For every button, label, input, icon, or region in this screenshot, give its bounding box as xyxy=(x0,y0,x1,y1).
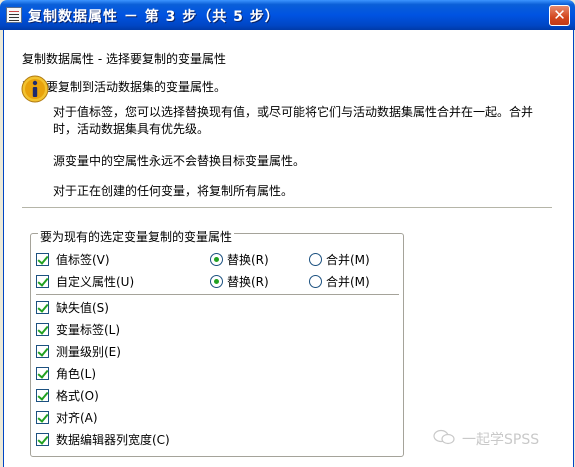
custom-attributes-checkbox[interactable]: 自定义属性(U) xyxy=(36,273,134,289)
properties-group-legend: 要为现有的选定变量复制的变量属性 xyxy=(38,228,235,245)
missing-note: 源变量中的空属性永远不会替换目标变量属性。 xyxy=(53,154,306,168)
variable-labels-checkbox[interactable]: 变量标签(L) xyxy=(36,321,120,337)
custom-attributes-replace-label[interactable]: 替换(R) xyxy=(227,273,269,290)
group-separator xyxy=(36,294,399,295)
custom-attributes-merge-label[interactable]: 合并(M) xyxy=(326,273,370,290)
value-labels-replace-label[interactable]: 替换(R) xyxy=(227,251,269,268)
column-width-checkbox[interactable]: 数据编辑器列宽度(C) xyxy=(36,431,170,447)
value-labels-merge-radio[interactable] xyxy=(309,253,322,266)
app-icon xyxy=(6,7,22,23)
role-checkbox[interactable]: 角色(L) xyxy=(36,365,96,381)
checkbox-checked[interactable] xyxy=(36,344,49,358)
checkbox-checked[interactable] xyxy=(36,410,49,424)
checkbox-checked[interactable] xyxy=(36,366,49,380)
alignment-label: 对齐(A) xyxy=(56,410,98,425)
column-width-label: 数据编辑器列宽度(C) xyxy=(56,432,170,447)
checkbox-checked[interactable] xyxy=(36,322,49,336)
divider xyxy=(22,207,552,208)
measurement-level-label: 测量级别(E) xyxy=(56,344,121,359)
measurement-level-checkbox[interactable]: 测量级别(E) xyxy=(36,343,121,359)
new-vars-note: 对于正在创建的任何变量，将复制所有属性。 xyxy=(53,184,294,198)
dialog-heading: 复制数据属性 - 选择要复制的变量属性 xyxy=(22,52,226,66)
format-checkbox[interactable]: 格式(O) xyxy=(36,387,99,403)
missing-values-label: 缺失值(S) xyxy=(56,300,109,315)
info-line-1: 对于值标签，您可以选择替换现有值，或尽可能将它们与活动数据集属性合并在一起。合并 xyxy=(53,105,534,119)
value-labels-merge-label[interactable]: 合并(M) xyxy=(326,251,370,268)
title-bar[interactable]: 复制数据属性 － 第 3 步（共 5 步） ✕ xyxy=(0,0,575,30)
checkbox-checked[interactable] xyxy=(36,274,49,288)
checkbox-checked[interactable] xyxy=(36,252,49,266)
custom-attributes-replace-radio[interactable] xyxy=(210,275,223,288)
role-label: 角色(L) xyxy=(56,366,97,381)
custom-attributes-label: 自定义属性(U) xyxy=(56,274,135,289)
missing-values-checkbox[interactable]: 缺失值(S) xyxy=(36,299,109,315)
variable-labels-label: 变量标签(L) xyxy=(56,322,121,337)
wechat-icon xyxy=(433,429,455,445)
custom-attributes-merge-radio[interactable] xyxy=(309,275,322,288)
close-button[interactable]: ✕ xyxy=(549,5,570,26)
info-icon xyxy=(21,75,49,103)
value-labels-replace-radio[interactable] xyxy=(210,253,223,266)
checkbox-checked[interactable] xyxy=(36,300,49,314)
checkbox-checked[interactable] xyxy=(36,432,49,446)
checkbox-checked[interactable] xyxy=(36,388,49,402)
watermark-text: 一起学SPSS xyxy=(462,432,540,448)
value-labels-label: 值标签(V) xyxy=(56,252,110,267)
dialog-intro: 选择要复制到活动数据集的变量属性。 xyxy=(22,80,227,94)
value-labels-checkbox[interactable]: 值标签(V) xyxy=(36,251,110,267)
alignment-checkbox[interactable]: 对齐(A) xyxy=(36,409,98,425)
window-title: 复制数据属性 － 第 3 步（共 5 步） xyxy=(28,9,280,25)
format-label: 格式(O) xyxy=(56,388,99,403)
info-line-2: 时，活动数据集具有优先级。 xyxy=(53,122,210,136)
